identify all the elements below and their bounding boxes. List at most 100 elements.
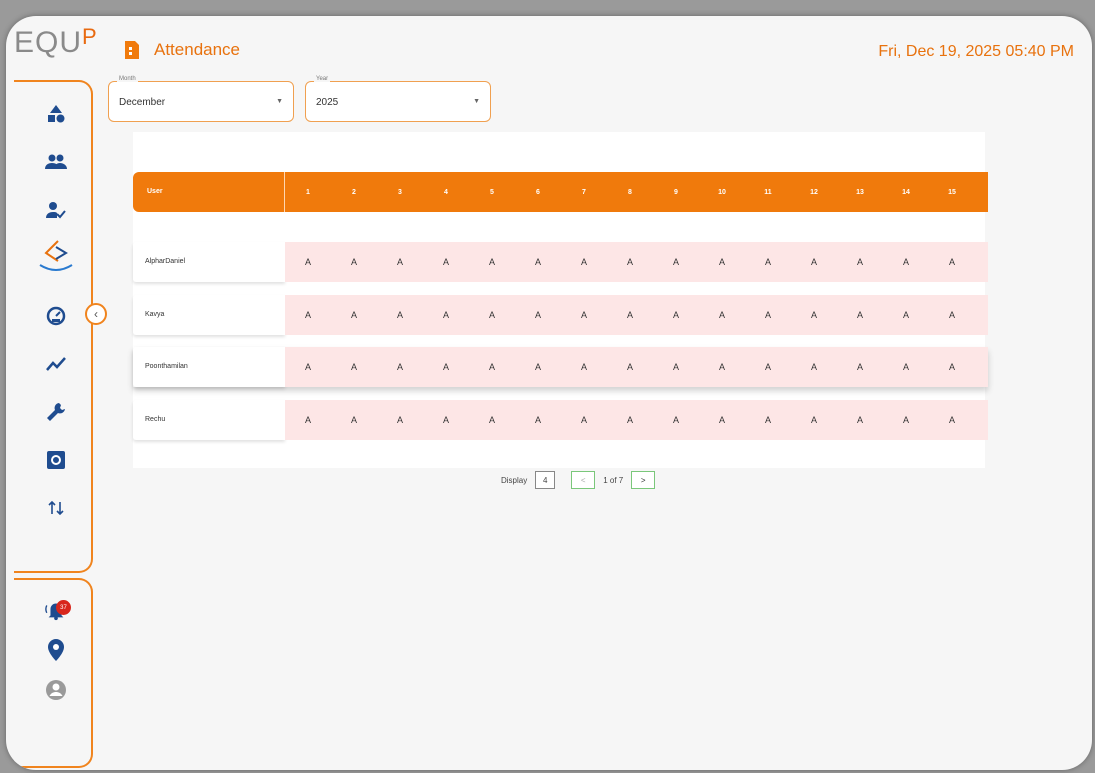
attendance-cell[interactable]: A <box>699 415 745 425</box>
attendance-cell[interactable]: A <box>929 362 975 372</box>
attendance-cell[interactable]: A <box>515 310 561 320</box>
column-header-day: 15 <box>948 188 956 196</box>
attendance-cell[interactable]: A <box>285 415 331 425</box>
table-row[interactable]: Poonthamilan A A A A A A A A A A A A A A A <box>133 347 988 387</box>
attendance-cell[interactable]: A <box>837 415 883 425</box>
attendance-cell[interactable]: A <box>929 415 975 425</box>
attendance-cell[interactable]: A <box>883 362 929 372</box>
table-row[interactable]: Kavya A A A A A A A A A A A A A A A <box>133 295 988 335</box>
attendance-cell[interactable]: A <box>331 310 377 320</box>
attendance-cell[interactable]: A <box>331 362 377 372</box>
attendance-cell[interactable]: A <box>561 415 607 425</box>
page-info: 1 of 7 <box>603 475 624 485</box>
shapes-icon[interactable] <box>44 102 68 126</box>
attendance-cell[interactable]: A <box>515 362 561 372</box>
settings-icon[interactable] <box>44 448 68 472</box>
attendance-cell[interactable]: A <box>745 310 791 320</box>
attendance-cell[interactable]: A <box>699 362 745 372</box>
brand-logo-icon[interactable] <box>36 236 76 276</box>
attendance-cell[interactable]: A <box>837 362 883 372</box>
attendance-cell[interactable]: A <box>699 257 745 267</box>
user-check-icon[interactable] <box>44 198 68 222</box>
attendance-cell[interactable]: A <box>285 362 331 372</box>
column-header-day: 11 <box>764 188 772 196</box>
attendance-cell[interactable]: A <box>561 362 607 372</box>
attendance-cell[interactable]: A <box>607 362 653 372</box>
column-header-day: 13 <box>856 188 864 196</box>
attendance-cell[interactable]: A <box>837 257 883 267</box>
attendance-cell[interactable]: A <box>653 257 699 267</box>
attendance-icon <box>125 41 139 59</box>
attendance-cell[interactable]: A <box>331 415 377 425</box>
table-row[interactable]: Rechu A A A A A A A A A A A A A A A <box>133 400 988 440</box>
sort-icon[interactable] <box>44 496 68 520</box>
avatar-icon[interactable] <box>44 678 68 702</box>
attendance-cell[interactable]: A <box>377 310 423 320</box>
month-select[interactable]: Month December ▼ <box>108 76 294 122</box>
attendance-cell[interactable]: A <box>423 310 469 320</box>
year-select[interactable]: Year 2025 ▼ <box>305 76 491 122</box>
app-frame: EQUP ‹ 37 Attendance Fri, Dec 19, 2025 0… <box>6 16 1092 770</box>
attendance-cell[interactable]: A <box>469 362 515 372</box>
user-name-cell: Kavya <box>133 295 285 335</box>
attendance-cell[interactable]: A <box>561 310 607 320</box>
user-name-cell: Rechu <box>133 400 285 440</box>
attendance-cell[interactable]: A <box>653 310 699 320</box>
current-datetime: Fri, Dec 19, 2025 05:40 PM <box>878 43 1074 60</box>
column-header-day: 3 <box>398 188 402 196</box>
attendance-cell[interactable]: A <box>929 257 975 267</box>
prev-page-button[interactable]: < <box>571 471 596 489</box>
trend-icon[interactable] <box>44 352 68 376</box>
attendance-cell[interactable]: A <box>285 257 331 267</box>
attendance-cell[interactable]: A <box>423 362 469 372</box>
column-header-user: User <box>133 172 285 212</box>
user-name-cell: AlpharDaniel <box>133 242 285 282</box>
attendance-cell[interactable]: A <box>285 310 331 320</box>
collapse-sidebar-button[interactable]: ‹ <box>85 303 107 325</box>
attendance-cell[interactable]: A <box>745 415 791 425</box>
attendance-cell[interactable]: A <box>423 257 469 267</box>
attendance-cell[interactable]: A <box>791 257 837 267</box>
attendance-cell[interactable]: A <box>607 310 653 320</box>
group-icon[interactable] <box>44 150 68 174</box>
attendance-cell[interactable]: A <box>745 257 791 267</box>
column-header-day: 12 <box>810 188 818 196</box>
attendance-cell[interactable]: A <box>791 310 837 320</box>
attendance-cell[interactable]: A <box>883 310 929 320</box>
attendance-marks: AAAAAAAAAAAAAAA <box>285 347 988 387</box>
attendance-cell[interactable]: A <box>561 257 607 267</box>
attendance-cell[interactable]: A <box>883 415 929 425</box>
attendance-cell[interactable]: A <box>653 362 699 372</box>
attendance-cell[interactable]: A <box>377 257 423 267</box>
attendance-cell[interactable]: A <box>331 257 377 267</box>
gauge-icon[interactable] <box>44 304 68 328</box>
attendance-cell[interactable]: A <box>469 257 515 267</box>
attendance-cell[interactable]: A <box>607 415 653 425</box>
sidebar-utilities <box>14 578 93 768</box>
attendance-marks: AAAAAAAAAAAAAAA <box>285 295 988 335</box>
attendance-marks: AAAAAAAAAAAAAAA <box>285 400 988 440</box>
attendance-cell[interactable]: A <box>883 257 929 267</box>
attendance-cell[interactable]: A <box>515 257 561 267</box>
attendance-cell[interactable]: A <box>653 415 699 425</box>
page-header: Attendance <box>122 40 240 60</box>
attendance-cell[interactable]: A <box>791 415 837 425</box>
attendance-cell[interactable]: A <box>837 310 883 320</box>
column-header-day: 2 <box>352 188 356 196</box>
attendance-cell[interactable]: A <box>423 415 469 425</box>
location-icon[interactable] <box>44 638 68 662</box>
attendance-cell[interactable]: A <box>929 310 975 320</box>
page-size-input[interactable]: 4 <box>535 471 556 489</box>
attendance-cell[interactable]: A <box>469 415 515 425</box>
table-row[interactable]: AlpharDaniel A A A A A A A A A A A A A A A <box>133 242 988 282</box>
attendance-cell[interactable]: A <box>469 310 515 320</box>
attendance-cell[interactable]: A <box>699 310 745 320</box>
next-page-button[interactable]: > <box>631 471 656 489</box>
wrench-icon[interactable] <box>44 400 68 424</box>
attendance-cell[interactable]: A <box>377 362 423 372</box>
attendance-cell[interactable]: A <box>791 362 837 372</box>
attendance-cell[interactable]: A <box>607 257 653 267</box>
attendance-cell[interactable]: A <box>377 415 423 425</box>
attendance-cell[interactable]: A <box>515 415 561 425</box>
attendance-cell[interactable]: A <box>745 362 791 372</box>
